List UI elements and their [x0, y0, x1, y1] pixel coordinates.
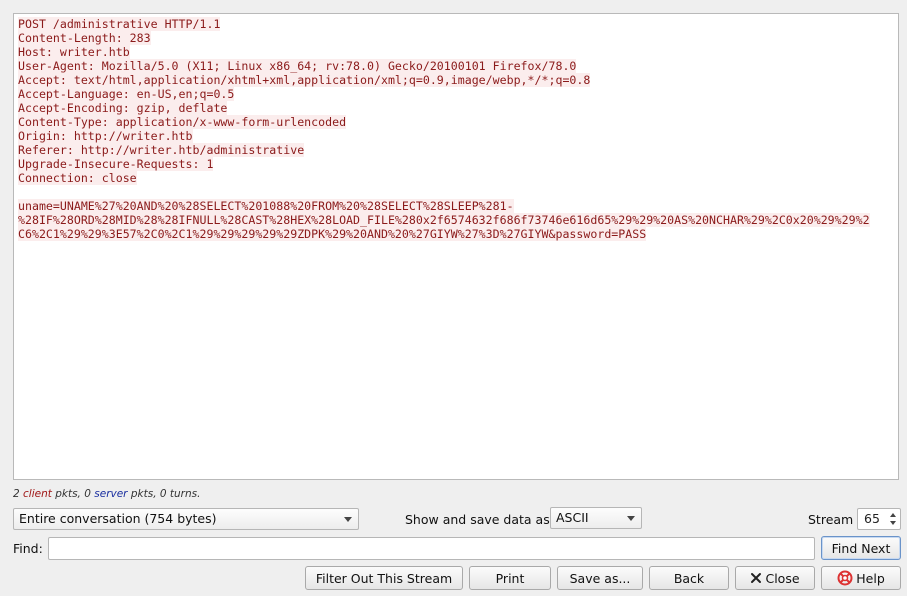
- client-label: client: [23, 488, 52, 500]
- stream-header-line: Content-Type: application/x-www-form-url…: [18, 115, 347, 129]
- stream-header-line: Connection: close: [18, 171, 137, 185]
- stream-spinbox-value: 65: [864, 511, 880, 526]
- stream-body-line: %28IF%28ORD%28MID%28%28IFNULL%28CAST%28H…: [18, 213, 870, 227]
- help-button[interactable]: Help: [821, 566, 901, 590]
- stream-header-line: POST /administrative HTTP/1.1: [18, 17, 221, 31]
- stream-label: Stream: [808, 512, 854, 527]
- format-select-value: ASCII: [556, 510, 589, 525]
- chevron-down-icon: [627, 516, 635, 521]
- print-button[interactable]: Print: [469, 566, 551, 590]
- format-select[interactable]: ASCII: [550, 507, 642, 529]
- stream-text: POST /administrative HTTP/1.1 Content-Len…: [18, 17, 870, 241]
- filter-out-button[interactable]: Filter Out This Stream: [305, 566, 463, 590]
- stream-header-line: Content-Length: 283: [18, 31, 151, 45]
- print-label: Print: [495, 570, 525, 586]
- find-label: Find:: [13, 541, 43, 556]
- stats-tail: pkts, 0 turns.: [130, 488, 201, 500]
- stream-body-line: C6%2C1%29%29%3E57%2C0%2C1%29%29%29%29%29…: [18, 227, 647, 241]
- stream-spinbox[interactable]: 65: [857, 508, 901, 530]
- help-icon: [837, 570, 853, 586]
- stream-header-line: Host: writer.htb: [18, 45, 130, 59]
- help-label: Help: [856, 570, 885, 586]
- stream-header-line: Origin: http://writer.htb: [18, 129, 193, 143]
- close-label: Close: [765, 570, 800, 586]
- chevron-down-icon: [344, 517, 352, 522]
- find-next-label: Find Next: [831, 540, 891, 556]
- spin-up-icon[interactable]: [890, 513, 896, 517]
- save-as-label: Save as...: [569, 570, 631, 586]
- find-input[interactable]: [48, 537, 815, 560]
- client-pkt-count: 2: [13, 488, 20, 500]
- find-next-button[interactable]: Find Next: [821, 536, 901, 560]
- stream-body-line: uname=UNAME%27%20AND%20%28SELECT%201088%…: [18, 199, 514, 213]
- back-button[interactable]: Back: [649, 566, 729, 590]
- filter-out-label: Filter Out This Stream: [315, 570, 453, 586]
- format-label: Show and save data as: [405, 512, 550, 527]
- back-label: Back: [673, 570, 705, 586]
- conversation-select-value: Entire conversation (754 bytes): [19, 511, 217, 526]
- stream-header-line: Accept-Encoding: gzip, deflate: [18, 101, 228, 115]
- spin-down-icon[interactable]: [890, 521, 896, 525]
- stream-header-line: Referer: http://writer.htb/administrativ…: [18, 143, 305, 157]
- stream-content-pane[interactable]: POST /administrative HTTP/1.1 Content-Len…: [13, 13, 899, 480]
- stream-header-line: User-Agent: Mozilla/5.0 (X11; Linux x86_…: [18, 59, 577, 73]
- save-as-button[interactable]: Save as...: [557, 566, 643, 590]
- packet-stats: 2 client pkts, 0 server pkts, 0 turns.: [13, 488, 200, 500]
- stream-header-line: Accept: text/html,application/xhtml+xml,…: [18, 73, 591, 87]
- stats-mid: pkts, 0: [55, 488, 91, 500]
- stream-header-line: Upgrade-Insecure-Requests: 1: [18, 157, 214, 171]
- server-label: server: [94, 488, 128, 500]
- conversation-select[interactable]: Entire conversation (754 bytes): [13, 508, 359, 530]
- stream-header-line: Accept-Language: en-US,en;q=0.5: [18, 87, 235, 101]
- close-icon: [751, 573, 762, 583]
- stream-blank-line: [18, 185, 870, 199]
- close-button[interactable]: Close: [735, 566, 815, 590]
